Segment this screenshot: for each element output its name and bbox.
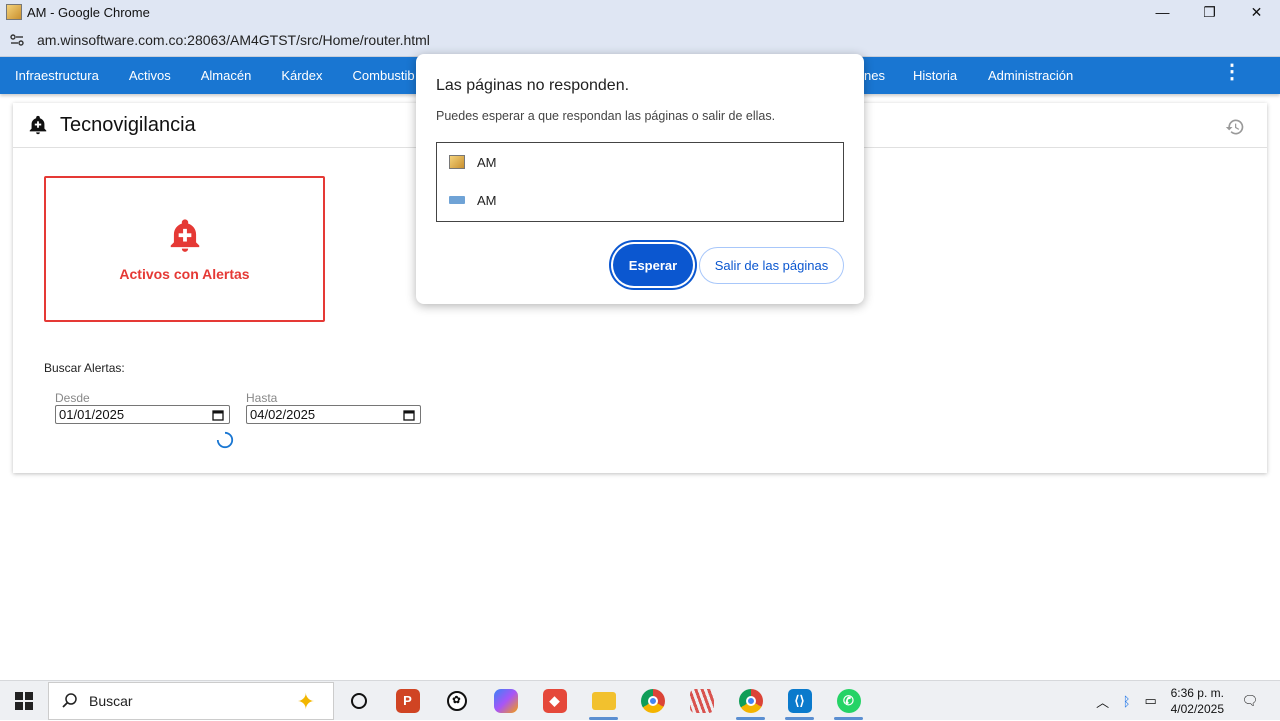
page-title: AM: [477, 192, 497, 208]
nav-item-kardex[interactable]: Kárdex: [266, 68, 337, 83]
bluetooth-icon[interactable]: ᛒ: [1115, 694, 1139, 709]
chrome-button[interactable]: [628, 681, 677, 721]
taskbar-search[interactable]: Buscar ✦: [48, 681, 334, 720]
task-view-button[interactable]: [334, 681, 383, 721]
address-bar: am.winsoftware.com.co:28063/AM4GTST/src/…: [0, 24, 1280, 57]
task-view-icon: [350, 692, 367, 709]
windows-logo-icon: [15, 691, 33, 710]
chevron-up-icon[interactable]: ︿: [1091, 692, 1115, 711]
page-favicon-icon: [449, 155, 465, 169]
whatsapp-button[interactable]: ✆: [824, 681, 873, 721]
app-stripes-button[interactable]: [677, 681, 726, 721]
wait-button[interactable]: Esperar: [613, 244, 693, 286]
restore-button[interactable]: ❐: [1186, 0, 1233, 24]
close-button[interactable]: ✕: [1233, 0, 1280, 24]
unresponsive-pages-list: AM AM: [436, 142, 844, 222]
nav-item-activos[interactable]: Activos: [114, 68, 186, 83]
alert-assets-tile[interactable]: Activos con Alertas: [44, 176, 325, 322]
history-icon[interactable]: [1225, 117, 1245, 137]
search-alerts-label: Buscar Alertas:: [44, 361, 125, 375]
copilot-sparkle-icon: ✦: [296, 688, 315, 714]
copilot-icon: [493, 688, 518, 713]
file-explorer-button[interactable]: [579, 681, 628, 721]
list-item: AM: [437, 143, 843, 181]
powerpoint-button[interactable]: P: [383, 681, 432, 721]
leave-pages-button[interactable]: Salir de las páginas: [699, 247, 844, 284]
clock[interactable]: 6:36 p. m. 4/02/2025: [1171, 685, 1224, 717]
network-battery-icon[interactable]: ▭: [1139, 693, 1163, 709]
app-favicon-icon: [6, 4, 22, 20]
window-controls: — ❐ ✕: [1139, 0, 1280, 24]
vscode-button[interactable]: ⟨⟩: [775, 681, 824, 721]
chrome-icon: [640, 688, 665, 713]
git-icon: ◆: [542, 688, 567, 713]
window-title-bar: AM - Google Chrome — ❐ ✕: [0, 0, 1280, 24]
alert-tile-label: Activos con Alertas: [119, 266, 250, 282]
vscode-icon: ⟨⟩: [787, 688, 812, 713]
calendar-icon[interactable]: [403, 409, 415, 421]
notifications-icon[interactable]: 🗨: [1238, 693, 1262, 709]
from-date-field: Desde 01/01/2025: [55, 391, 230, 424]
dialog-title: Las páginas no responden.: [436, 77, 630, 94]
powerpoint-icon: P: [395, 688, 420, 713]
dialog-description: Puedes esperar a que respondan las págin…: [436, 109, 776, 123]
search-icon: [62, 692, 77, 708]
to-date-field: Hasta 04/02/2025: [246, 391, 421, 424]
chatgpt-icon: ✿: [446, 690, 467, 711]
site-settings-icon[interactable]: [9, 32, 25, 48]
clock-time: 6:36 p. m.: [1170, 686, 1224, 700]
git-button[interactable]: ◆: [530, 681, 579, 721]
folder-icon: [591, 691, 616, 710]
system-tray: ︿ ᛒ ▭ 6:36 p. m. 4/02/2025 🗨: [1091, 681, 1280, 721]
calendar-icon[interactable]: [212, 409, 224, 421]
taskbar: Buscar ✦ P ✿ ◆ ⟨⟩ ✆ ︿ ᛒ ▭ 6:36 p. m. 4/0…: [0, 680, 1280, 720]
from-date-label: Desde: [55, 391, 90, 405]
from-date-value: 01/01/2025: [59, 407, 125, 422]
more-menu-icon[interactable]: ⋮: [1222, 62, 1242, 82]
window-title: AM - Google Chrome: [27, 4, 150, 20]
chatgpt-button[interactable]: ✿: [432, 681, 481, 721]
chrome-icon: [738, 688, 763, 713]
page-title: Tecnovigilancia: [60, 113, 196, 136]
medical-bell-icon: [170, 219, 199, 252]
stripes-app-icon: [689, 688, 714, 713]
chrome-active-button[interactable]: [726, 681, 775, 721]
url-field[interactable]: am.winsoftware.com.co:28063/AM4GTST/src/…: [37, 32, 430, 48]
page-favicon-icon: [449, 196, 465, 204]
nav-item-infraestructura[interactable]: Infraestructura: [0, 68, 114, 83]
start-button[interactable]: [0, 681, 48, 721]
to-date-value: 04/02/2025: [250, 407, 316, 422]
page-title: AM: [477, 154, 497, 170]
from-date-input[interactable]: 01/01/2025: [55, 405, 230, 424]
copilot-button[interactable]: [481, 681, 530, 721]
to-date-input[interactable]: 04/02/2025: [246, 405, 421, 424]
to-date-label: Hasta: [246, 391, 278, 405]
nav-item-almacen[interactable]: Almacén: [186, 68, 267, 83]
medical-bell-icon: [29, 115, 47, 135]
search-placeholder: Buscar: [89, 692, 133, 709]
whatsapp-icon: ✆: [836, 688, 861, 713]
minimize-button[interactable]: —: [1139, 0, 1186, 24]
nav-item-administracion[interactable]: Administración: [973, 68, 1088, 83]
pages-unresponsive-dialog: Las páginas no responden. Puedes esperar…: [416, 54, 864, 304]
clock-date: 4/02/2025: [1170, 702, 1224, 716]
list-item: AM: [437, 181, 843, 219]
loading-spinner-icon: [216, 431, 234, 449]
nav-item-historia[interactable]: Historia: [898, 68, 972, 83]
